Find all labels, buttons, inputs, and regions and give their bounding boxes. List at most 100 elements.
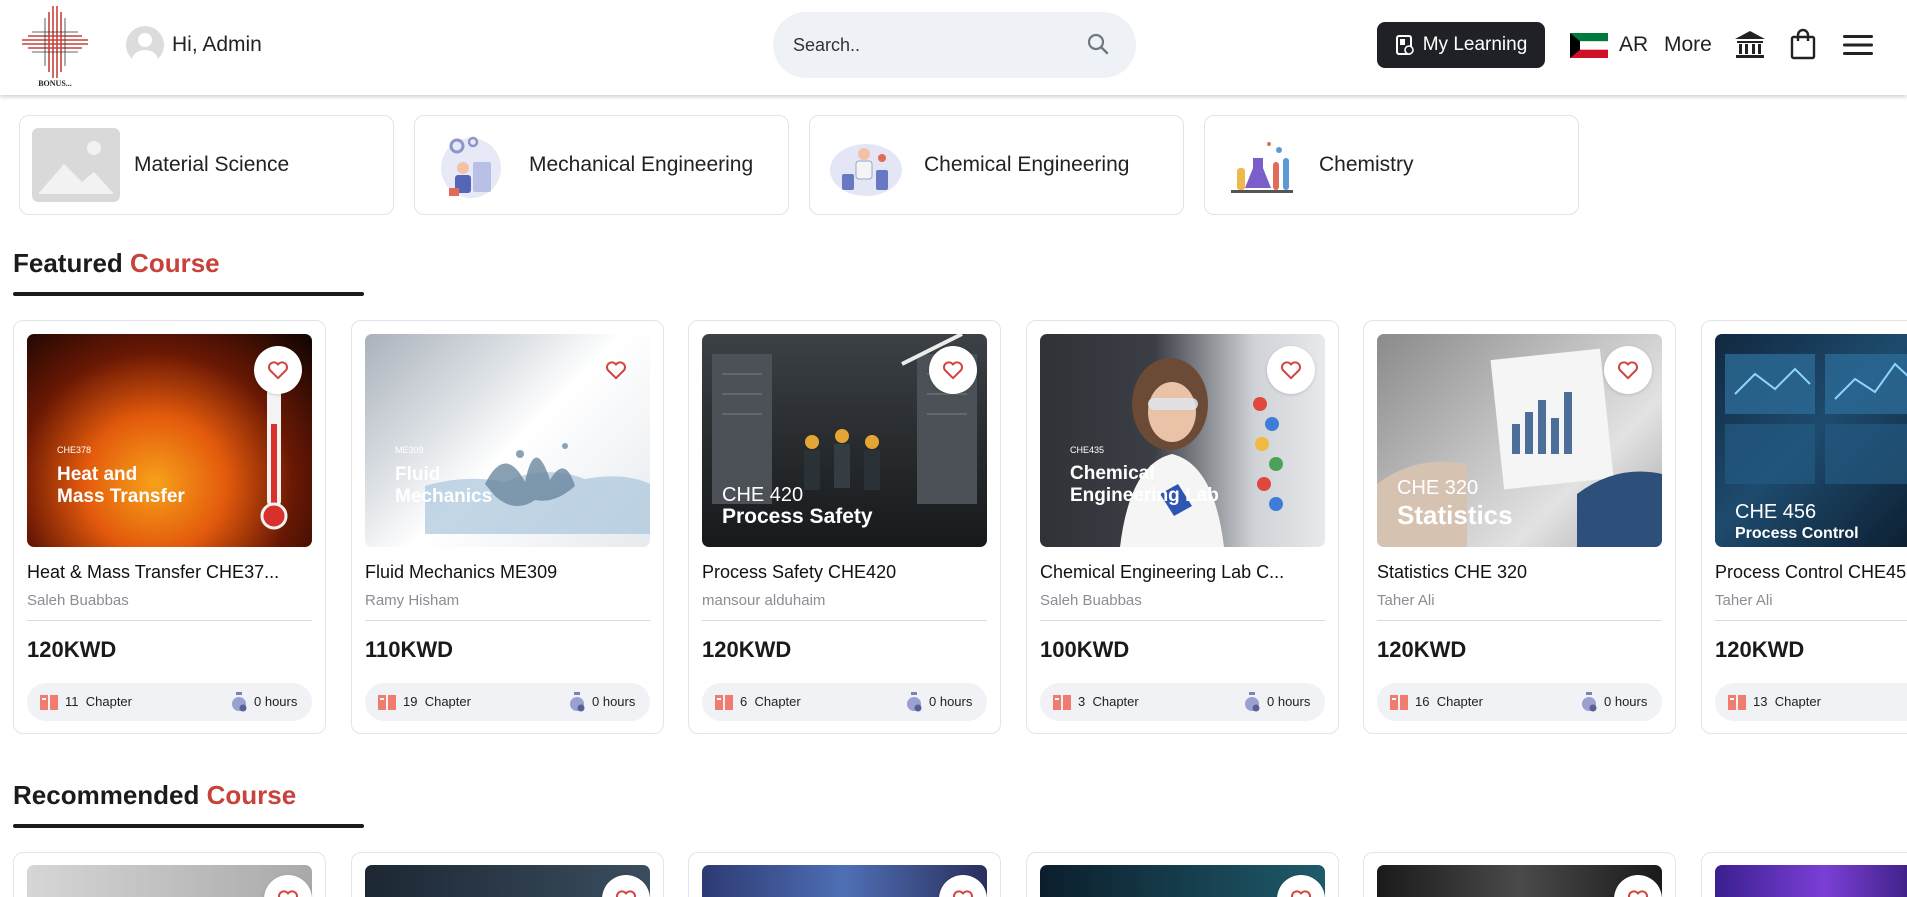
course-title[interactable]: Statistics CHE 320 xyxy=(1377,562,1662,583)
section-underline xyxy=(13,824,364,828)
course-title[interactable]: Chemical Engineering Lab C... xyxy=(1040,562,1325,583)
recommended-course-card[interactable] xyxy=(1026,852,1339,897)
course-hours: 0 hours xyxy=(592,694,636,709)
thumbnail-title-line-1: Fluid xyxy=(395,464,441,485)
chapter-count: 19 Chapter xyxy=(403,694,471,709)
course-meta: 16 Chapter 0 hours xyxy=(1377,683,1662,721)
course-meta: 6 Chapter 0 hours xyxy=(702,683,987,721)
recommended-course-card[interactable] xyxy=(1363,852,1676,897)
category-label: Chemistry xyxy=(1319,153,1414,176)
course-thumbnail[interactable]: ME309 Fluid Mechanics xyxy=(365,334,650,547)
course-author: Taher Ali xyxy=(1715,592,1773,609)
course-thumbnail[interactable]: CHE435 Chemical Engineering Lab xyxy=(1040,334,1325,547)
category-chemistry[interactable]: Chemistry xyxy=(1204,115,1579,215)
recommended-course-card[interactable] xyxy=(351,852,664,897)
course-card[interactable]: CHE 420 Process Safety Process Safety CH… xyxy=(688,320,1001,734)
language-switch[interactable]: AR xyxy=(1619,33,1648,57)
chapter-label: Chapter xyxy=(1774,694,1821,709)
search-bar xyxy=(773,12,1136,78)
section-title-accent: Course xyxy=(130,248,220,278)
my-learning-button[interactable]: My Learning xyxy=(1377,22,1545,68)
more-menu[interactable]: More xyxy=(1664,33,1712,57)
recommended-course-card[interactable] xyxy=(1701,852,1907,897)
course-hours: 0 hours xyxy=(1267,694,1311,709)
heart-icon xyxy=(943,361,963,380)
search-icon[interactable] xyxy=(1086,32,1110,56)
course-thumbnail[interactable]: CHE 456 Process Control xyxy=(1715,334,1907,547)
heart-icon xyxy=(606,361,626,380)
timer-icon xyxy=(1582,692,1597,712)
section-underline xyxy=(13,292,364,296)
featured-section-title: Featured Course xyxy=(13,248,220,279)
category-chemical-engineering[interactable]: Chemical Engineering xyxy=(809,115,1184,215)
course-hours: 0 hours xyxy=(1604,694,1648,709)
recommended-course-card[interactable] xyxy=(13,852,326,897)
recommended-course-card[interactable] xyxy=(688,852,1001,897)
thumbnail-title-line-1: Process Safety xyxy=(722,505,873,528)
chemical-engineer-illustration-icon xyxy=(830,144,902,196)
course-card[interactable]: ME309 Fluid Mechanics Fluid Mechanics ME… xyxy=(351,320,664,734)
category-material-science[interactable]: Material Science xyxy=(19,115,394,215)
book-icon xyxy=(378,695,396,710)
heart-icon xyxy=(278,890,298,897)
chapter-count-value: 11 xyxy=(65,694,79,709)
card-divider xyxy=(27,620,312,621)
course-price: 120KWD xyxy=(702,637,792,662)
favorite-button[interactable] xyxy=(592,346,640,394)
heart-icon xyxy=(1291,890,1311,897)
hamburger-menu-icon[interactable] xyxy=(1843,33,1873,57)
chapter-label: Chapter xyxy=(424,694,471,709)
category-label: Material Science xyxy=(134,153,290,176)
chapter-count: 3 Chapter xyxy=(1078,694,1139,709)
course-title[interactable]: Process Safety CHE420 xyxy=(702,562,987,583)
timer-icon xyxy=(1245,692,1260,712)
section-title-main: Featured xyxy=(13,248,123,278)
category-mechanical-engineering[interactable]: Mechanical Engineering xyxy=(414,115,789,215)
greeting-text: Hi, Admin xyxy=(172,33,262,56)
site-logo[interactable]: BONUS... xyxy=(20,4,90,88)
thumbnail-course-code: ME309 xyxy=(395,445,424,455)
favorite-button[interactable] xyxy=(254,346,302,394)
course-card[interactable]: CHE 320 Statistics Statistics CHE 320 Ta… xyxy=(1363,320,1676,734)
card-divider xyxy=(1715,620,1907,621)
course-thumbnail[interactable] xyxy=(1715,865,1907,897)
water-splash-icon xyxy=(425,443,650,534)
kuwait-flag-icon[interactable] xyxy=(1570,33,1608,58)
course-price: 120KWD xyxy=(27,637,117,662)
thumbnail-course-code: CHE 320 xyxy=(1397,477,1479,499)
course-thumbnail[interactable]: CHE378 Heat and Mass Transfer xyxy=(27,334,312,547)
course-title[interactable]: Process Control CHE456 xyxy=(1715,562,1907,583)
course-title[interactable]: Heat & Mass Transfer CHE37... xyxy=(27,562,312,583)
course-title[interactable]: Fluid Mechanics ME309 xyxy=(365,562,650,583)
favorite-button[interactable] xyxy=(929,346,977,394)
shopping-bag-icon[interactable] xyxy=(1790,28,1816,60)
heart-icon xyxy=(616,890,636,897)
favorite-button[interactable] xyxy=(1604,346,1652,394)
user-greeting[interactable]: Hi, Admin xyxy=(126,26,262,64)
avatar[interactable] xyxy=(126,26,164,64)
course-author: Taher Ali xyxy=(1377,592,1435,609)
institution-icon[interactable] xyxy=(1734,30,1766,60)
thumbnail-title-line-1: Statistics xyxy=(1397,500,1513,530)
category-label: Chemical Engineering xyxy=(924,153,1130,176)
course-author: Saleh Buabbas xyxy=(1040,592,1142,609)
image-placeholder-icon xyxy=(32,128,120,202)
chapter-count-value: 19 xyxy=(403,694,418,709)
course-card[interactable]: CHE 456 Process Control Process Control … xyxy=(1701,320,1907,734)
book-icon xyxy=(1728,695,1746,710)
thumbnail-course-code: CHE378 xyxy=(57,445,92,455)
recommended-section-title: Recommended Course xyxy=(13,780,296,811)
card-divider xyxy=(1377,620,1662,621)
course-card[interactable]: CHE435 Chemical Engineering Lab Chemical… xyxy=(1026,320,1339,734)
favorite-button[interactable] xyxy=(1267,346,1315,394)
heart-icon xyxy=(1618,361,1638,380)
course-meta: 3 Chapter 0 hours xyxy=(1040,683,1325,721)
search-input[interactable] xyxy=(793,32,1063,58)
course-price: 120KWD xyxy=(1715,637,1805,662)
course-thumbnail[interactable]: CHE 320 Statistics xyxy=(1377,334,1662,547)
course-thumbnail[interactable]: CHE 420 Process Safety xyxy=(702,334,987,547)
top-header: BONUS... Hi, Admin My Learning AR More xyxy=(0,0,1907,95)
course-price: 110KWD xyxy=(365,637,454,662)
course-card[interactable]: CHE378 Heat and Mass Transfer Heat & Mas… xyxy=(13,320,326,734)
card-divider xyxy=(365,620,650,621)
